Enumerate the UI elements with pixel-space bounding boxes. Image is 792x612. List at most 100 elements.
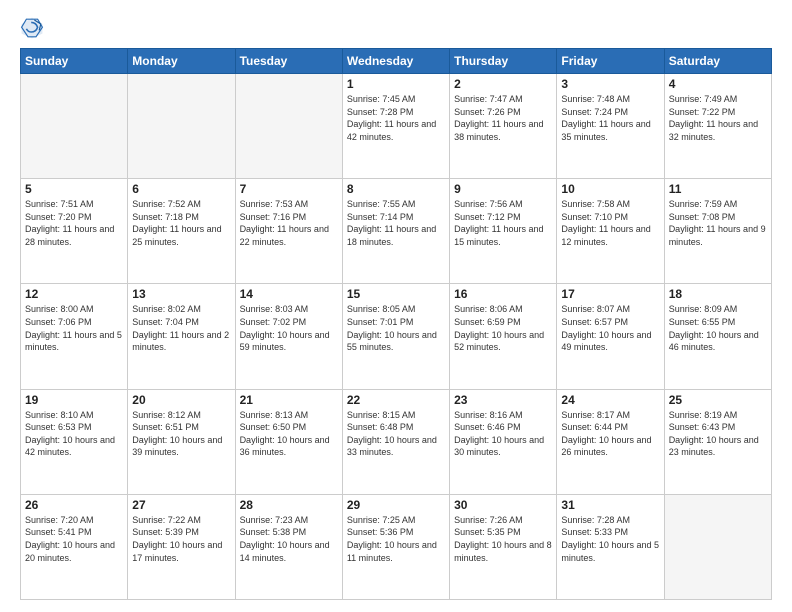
calendar-week-row: 26 Sunrise: 7:20 AM Sunset: 5:41 PM Dayli… xyxy=(21,494,772,599)
day-info: Sunrise: 8:00 AM Sunset: 7:06 PM Dayligh… xyxy=(25,303,123,353)
calendar-cell: 20 Sunrise: 8:12 AM Sunset: 6:51 PM Dayli… xyxy=(128,389,235,494)
weekday-row: SundayMondayTuesdayWednesdayThursdayFrid… xyxy=(21,49,772,74)
calendar-cell: 24 Sunrise: 8:17 AM Sunset: 6:44 PM Dayli… xyxy=(557,389,664,494)
day-info: Sunrise: 7:56 AM Sunset: 7:12 PM Dayligh… xyxy=(454,198,552,248)
day-number: 26 xyxy=(25,498,123,512)
calendar-cell: 5 Sunrise: 7:51 AM Sunset: 7:20 PM Daylig… xyxy=(21,179,128,284)
weekday-header: Saturday xyxy=(664,49,771,74)
day-info: Sunrise: 7:25 AM Sunset: 5:36 PM Dayligh… xyxy=(347,514,445,564)
calendar-cell xyxy=(21,74,128,179)
day-info: Sunrise: 7:59 AM Sunset: 7:08 PM Dayligh… xyxy=(669,198,767,248)
calendar-cell: 9 Sunrise: 7:56 AM Sunset: 7:12 PM Daylig… xyxy=(450,179,557,284)
calendar-cell: 16 Sunrise: 8:06 AM Sunset: 6:59 PM Dayli… xyxy=(450,284,557,389)
day-number: 24 xyxy=(561,393,659,407)
calendar-cell: 11Sunrise: 7:59 AM Sunset: 7:08 PM Dayli… xyxy=(664,179,771,284)
calendar-week-row: 19 Sunrise: 8:10 AM Sunset: 6:53 PM Dayli… xyxy=(21,389,772,494)
day-number: 1 xyxy=(347,77,445,91)
calendar-cell: 18 Sunrise: 8:09 AM Sunset: 6:55 PM Dayli… xyxy=(664,284,771,389)
calendar-cell: 10 Sunrise: 7:58 AM Sunset: 7:10 PM Dayli… xyxy=(557,179,664,284)
calendar-week-row: 12 Sunrise: 8:00 AM Sunset: 7:06 PM Dayli… xyxy=(21,284,772,389)
day-info: Sunrise: 8:16 AM Sunset: 6:46 PM Dayligh… xyxy=(454,409,552,459)
day-info: Sunrise: 8:05 AM Sunset: 7:01 PM Dayligh… xyxy=(347,303,445,353)
calendar-cell: 1 Sunrise: 7:45 AM Sunset: 7:28 PM Daylig… xyxy=(342,74,449,179)
calendar-cell: 7 Sunrise: 7:53 AM Sunset: 7:16 PM Daylig… xyxy=(235,179,342,284)
calendar-cell: 6Sunrise: 7:52 AM Sunset: 7:18 PM Daylig… xyxy=(128,179,235,284)
day-number: 15 xyxy=(347,287,445,301)
day-number: 13 xyxy=(132,287,230,301)
calendar-cell xyxy=(128,74,235,179)
calendar-cell: 15 Sunrise: 8:05 AM Sunset: 7:01 PM Dayli… xyxy=(342,284,449,389)
calendar-cell: 12 Sunrise: 8:00 AM Sunset: 7:06 PM Dayli… xyxy=(21,284,128,389)
day-number: 27 xyxy=(132,498,230,512)
calendar-cell: 4 Sunrise: 7:49 AM Sunset: 7:22 PM Daylig… xyxy=(664,74,771,179)
calendar-header: SundayMondayTuesdayWednesdayThursdayFrid… xyxy=(21,49,772,74)
page: SundayMondayTuesdayWednesdayThursdayFrid… xyxy=(0,0,792,612)
day-info: Sunrise: 7:22 AM Sunset: 5:39 PM Dayligh… xyxy=(132,514,230,564)
calendar-cell: 8 Sunrise: 7:55 AM Sunset: 7:14 PM Daylig… xyxy=(342,179,449,284)
day-info: Sunrise: 8:15 AM Sunset: 6:48 PM Dayligh… xyxy=(347,409,445,459)
day-number: 16 xyxy=(454,287,552,301)
day-number: 30 xyxy=(454,498,552,512)
calendar-body: 1 Sunrise: 7:45 AM Sunset: 7:28 PM Daylig… xyxy=(21,74,772,600)
day-number: 29 xyxy=(347,498,445,512)
calendar-week-row: 1 Sunrise: 7:45 AM Sunset: 7:28 PM Daylig… xyxy=(21,74,772,179)
calendar-cell: 2 Sunrise: 7:47 AM Sunset: 7:26 PM Daylig… xyxy=(450,74,557,179)
day-number: 20 xyxy=(132,393,230,407)
day-info: Sunrise: 8:12 AM Sunset: 6:51 PM Dayligh… xyxy=(132,409,230,459)
day-info: Sunrise: 7:52 AM Sunset: 7:18 PM Dayligh… xyxy=(132,198,230,248)
day-number: 22 xyxy=(347,393,445,407)
day-number: 4 xyxy=(669,77,767,91)
day-info: Sunrise: 8:06 AM Sunset: 6:59 PM Dayligh… xyxy=(454,303,552,353)
day-number: 18 xyxy=(669,287,767,301)
logo-icon xyxy=(20,16,44,40)
calendar-cell xyxy=(235,74,342,179)
day-info: Sunrise: 7:23 AM Sunset: 5:38 PM Dayligh… xyxy=(240,514,338,564)
weekday-header: Tuesday xyxy=(235,49,342,74)
calendar-cell: 22 Sunrise: 8:15 AM Sunset: 6:48 PM Dayli… xyxy=(342,389,449,494)
calendar-cell: 19 Sunrise: 8:10 AM Sunset: 6:53 PM Dayli… xyxy=(21,389,128,494)
logo xyxy=(20,16,48,40)
day-info: Sunrise: 8:09 AM Sunset: 6:55 PM Dayligh… xyxy=(669,303,767,353)
calendar-cell: 13 Sunrise: 8:02 AM Sunset: 7:04 PM Dayli… xyxy=(128,284,235,389)
day-number: 23 xyxy=(454,393,552,407)
day-info: Sunrise: 7:49 AM Sunset: 7:22 PM Dayligh… xyxy=(669,93,767,143)
day-number: 7 xyxy=(240,182,338,196)
day-info: Sunrise: 7:47 AM Sunset: 7:26 PM Dayligh… xyxy=(454,93,552,143)
day-number: 8 xyxy=(347,182,445,196)
day-number: 5 xyxy=(25,182,123,196)
day-info: Sunrise: 7:58 AM Sunset: 7:10 PM Dayligh… xyxy=(561,198,659,248)
day-info: Sunrise: 8:10 AM Sunset: 6:53 PM Dayligh… xyxy=(25,409,123,459)
day-number: 3 xyxy=(561,77,659,91)
day-info: Sunrise: 8:19 AM Sunset: 6:43 PM Dayligh… xyxy=(669,409,767,459)
day-info: Sunrise: 7:48 AM Sunset: 7:24 PM Dayligh… xyxy=(561,93,659,143)
header xyxy=(20,16,772,40)
weekday-header: Thursday xyxy=(450,49,557,74)
weekday-header: Monday xyxy=(128,49,235,74)
day-info: Sunrise: 8:07 AM Sunset: 6:57 PM Dayligh… xyxy=(561,303,659,353)
calendar-cell: 21Sunrise: 8:13 AM Sunset: 6:50 PM Dayli… xyxy=(235,389,342,494)
calendar-cell: 28Sunrise: 7:23 AM Sunset: 5:38 PM Dayli… xyxy=(235,494,342,599)
weekday-header: Friday xyxy=(557,49,664,74)
day-info: Sunrise: 7:55 AM Sunset: 7:14 PM Dayligh… xyxy=(347,198,445,248)
day-number: 10 xyxy=(561,182,659,196)
day-number: 12 xyxy=(25,287,123,301)
calendar-cell: 25 Sunrise: 8:19 AM Sunset: 6:43 PM Dayli… xyxy=(664,389,771,494)
day-info: Sunrise: 7:28 AM Sunset: 5:33 PM Dayligh… xyxy=(561,514,659,564)
day-number: 19 xyxy=(25,393,123,407)
day-info: Sunrise: 7:26 AM Sunset: 5:35 PM Dayligh… xyxy=(454,514,552,564)
day-number: 17 xyxy=(561,287,659,301)
day-info: Sunrise: 7:20 AM Sunset: 5:41 PM Dayligh… xyxy=(25,514,123,564)
day-info: Sunrise: 8:02 AM Sunset: 7:04 PM Dayligh… xyxy=(132,303,230,353)
day-info: Sunrise: 7:53 AM Sunset: 7:16 PM Dayligh… xyxy=(240,198,338,248)
day-info: Sunrise: 8:03 AM Sunset: 7:02 PM Dayligh… xyxy=(240,303,338,353)
day-info: Sunrise: 8:17 AM Sunset: 6:44 PM Dayligh… xyxy=(561,409,659,459)
day-number: 9 xyxy=(454,182,552,196)
day-info: Sunrise: 7:45 AM Sunset: 7:28 PM Dayligh… xyxy=(347,93,445,143)
day-number: 14 xyxy=(240,287,338,301)
calendar-cell: 23 Sunrise: 8:16 AM Sunset: 6:46 PM Dayli… xyxy=(450,389,557,494)
day-number: 2 xyxy=(454,77,552,91)
day-info: Sunrise: 7:51 AM Sunset: 7:20 PM Dayligh… xyxy=(25,198,123,248)
day-number: 25 xyxy=(669,393,767,407)
calendar-cell: 30 Sunrise: 7:26 AM Sunset: 5:35 PM Dayli… xyxy=(450,494,557,599)
calendar-cell xyxy=(664,494,771,599)
